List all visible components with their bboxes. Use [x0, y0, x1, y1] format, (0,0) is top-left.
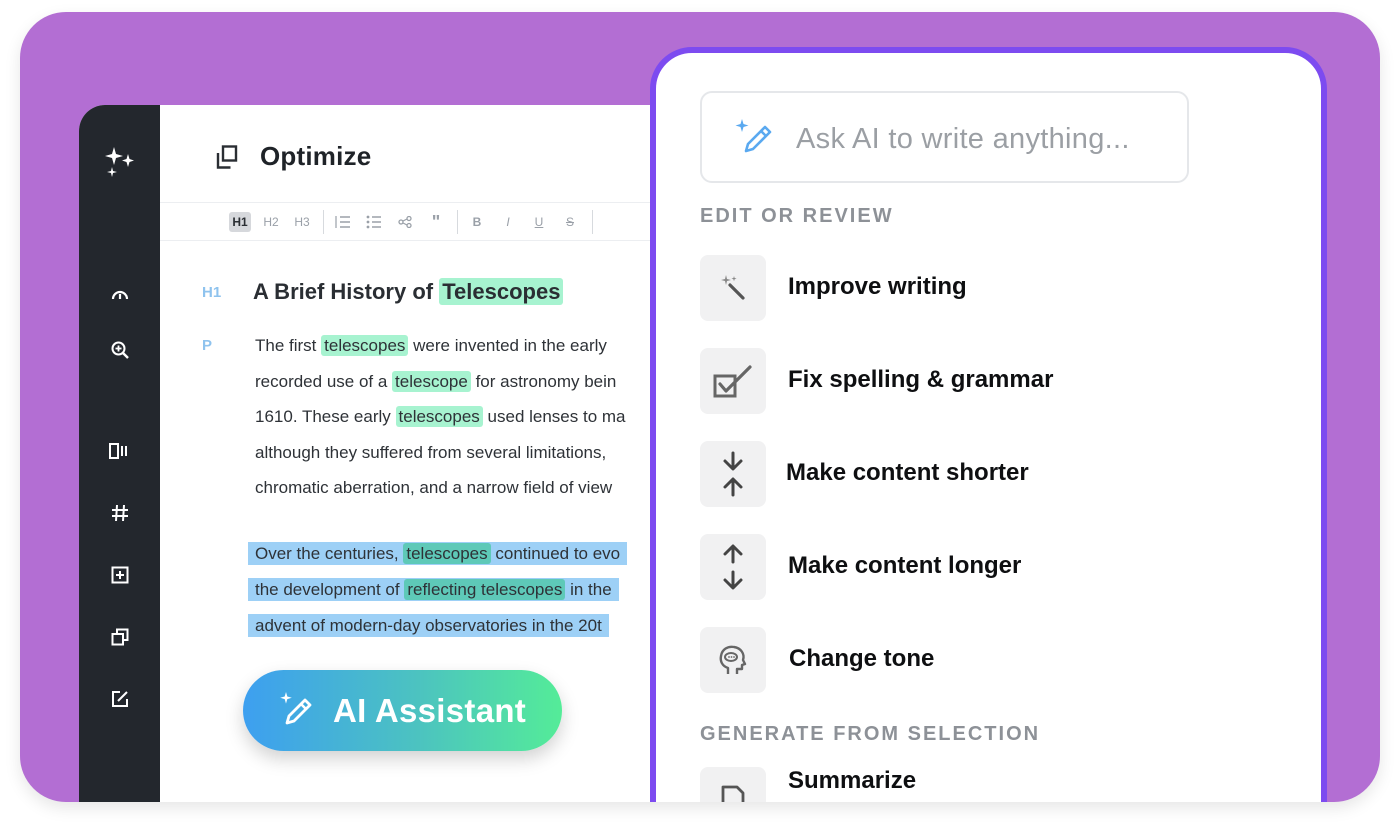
- heading-text: A Brief History of: [253, 279, 434, 304]
- magic-pencil-icon: [734, 117, 776, 162]
- app-frame: Optimize H1 H2 H3 " B I U S H1 A Brief H…: [20, 12, 1380, 802]
- keyword-highlight: telescopes: [395, 406, 483, 427]
- arrows-out-icon: [700, 534, 766, 600]
- text-selection: Over the centuries, telescopes continued…: [248, 542, 628, 565]
- menu-item-improve-writing[interactable]: Improve writing: [700, 255, 1260, 321]
- text-run: used lenses to ma: [487, 407, 626, 426]
- text-run: 1610. These early: [255, 407, 391, 426]
- text-selection: the development of reflecting telescopes…: [248, 578, 619, 601]
- ordered-list-icon[interactable]: [333, 212, 353, 232]
- duplicate-icon[interactable]: [107, 624, 133, 650]
- document-icon: [700, 767, 766, 802]
- section-generate: GENERATE FROM SELECTION: [700, 723, 1041, 745]
- text-run: advent of modern-day observatories in th…: [255, 616, 602, 635]
- magic-pencil-icon: [279, 690, 315, 731]
- italic-button[interactable]: I: [498, 212, 518, 232]
- ai-assistant-button[interactable]: AI Assistant: [243, 670, 562, 751]
- ai-assistant-label: AI Assistant: [333, 691, 527, 729]
- menu-label: Make content shorter: [786, 459, 1029, 486]
- optimize-icon: [216, 145, 238, 169]
- ask-ai-input[interactable]: Ask AI to write anything...: [700, 91, 1189, 183]
- toolbar-divider: [592, 210, 593, 234]
- text-run: recorded use of a: [255, 371, 388, 391]
- text-run: The first: [255, 336, 317, 355]
- zoom-in-icon[interactable]: [107, 337, 133, 363]
- block-tag-p: P: [202, 337, 213, 354]
- menu-label: Summarize: [788, 767, 917, 794]
- text-run: continued to evo: [495, 544, 621, 563]
- selected-paragraph[interactable]: Over the centuries, telescopes continued…: [248, 541, 719, 649]
- menu-item-make-longer[interactable]: Make content longer: [700, 534, 1260, 600]
- strikethrough-button[interactable]: S: [560, 212, 580, 232]
- checkbox-check-icon: [700, 348, 766, 414]
- text-run: although they suffered from several limi…: [255, 442, 607, 462]
- toolbar-divider: [457, 210, 458, 234]
- magic-wand-icon: [700, 255, 766, 321]
- keyword-highlight: telescopes: [321, 335, 409, 356]
- underline-button[interactable]: U: [529, 212, 549, 232]
- menu-label: Change tone: [789, 645, 935, 672]
- text-run: in the: [570, 580, 612, 599]
- head-speech-icon: [700, 627, 766, 693]
- menu-item-fix-spelling[interactable]: Fix spelling & grammar: [700, 348, 1260, 414]
- ai-panel: Ask AI to write anything... EDIT OR REVI…: [650, 47, 1327, 802]
- gauge-icon[interactable]: [107, 281, 133, 307]
- hashtag-icon[interactable]: [107, 500, 133, 526]
- keyword-highlight: telescopes: [403, 543, 491, 564]
- document-heading[interactable]: A Brief History of Telescopes: [253, 278, 564, 305]
- menu-label: Make content longer: [788, 552, 1022, 579]
- section-edit-review: EDIT OR REVIEW: [700, 205, 894, 227]
- document-header: Optimize: [160, 105, 719, 203]
- menu-item-change-tone[interactable]: Change tone: [700, 627, 1260, 693]
- sparkles-icon[interactable]: [103, 145, 137, 179]
- menu-label: Improve writing: [788, 273, 967, 300]
- arrows-in-icon: [700, 441, 766, 507]
- h3-button[interactable]: H3: [291, 212, 313, 232]
- toolbar-divider: [323, 210, 324, 234]
- add-box-icon[interactable]: [107, 562, 133, 588]
- keyword-highlight: telescope: [392, 370, 471, 392]
- share-icon[interactable]: [395, 212, 415, 232]
- h1-button[interactable]: H1: [229, 212, 251, 232]
- text-run: were invented in the early: [413, 336, 607, 355]
- text-selection: advent of modern-day observatories in th…: [248, 614, 609, 637]
- columns-icon[interactable]: [107, 438, 133, 464]
- text-run: Over the centuries,: [255, 544, 399, 563]
- menu-label: Fix spelling & grammar: [788, 366, 1054, 393]
- page-title: Optimize: [260, 141, 372, 171]
- menu-item-make-shorter[interactable]: Make content shorter: [700, 441, 1260, 507]
- text-run: for astronomy bein: [475, 371, 617, 391]
- quote-icon[interactable]: ": [426, 212, 446, 232]
- menu-item-summarize[interactable]: Summarize: [700, 767, 1260, 802]
- block-tag-h1: H1: [202, 284, 222, 301]
- h2-button[interactable]: H2: [260, 212, 282, 232]
- text-run: the development of: [255, 580, 400, 599]
- bullet-list-icon[interactable]: [364, 212, 384, 232]
- text-run: chromatic aberration, and a narrow field…: [255, 478, 613, 497]
- format-toolbar: H1 H2 H3 " B I U S: [160, 203, 719, 241]
- ask-ai-placeholder: Ask AI to write anything...: [796, 123, 1130, 155]
- keyword-highlight: Telescopes: [439, 278, 564, 305]
- bold-button[interactable]: B: [467, 212, 487, 232]
- sidebar: [79, 105, 160, 802]
- keyword-highlight: reflecting telescopes: [404, 579, 566, 600]
- edit-box-icon[interactable]: [107, 686, 133, 712]
